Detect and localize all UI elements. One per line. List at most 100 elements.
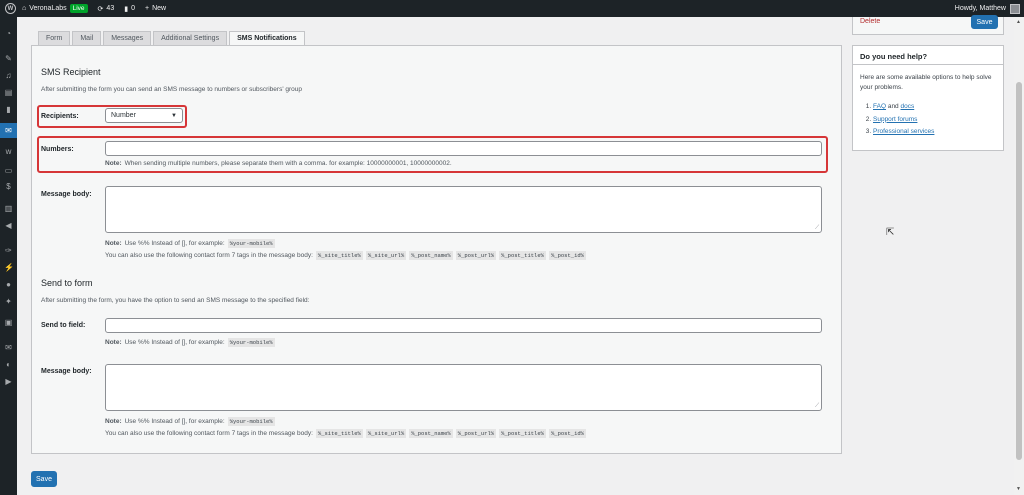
professional-services-link[interactable]: Professional services bbox=[873, 128, 934, 135]
wordpress-logo-icon[interactable]: W bbox=[5, 3, 16, 14]
chevron-down-icon: ▼ bbox=[171, 112, 177, 119]
tab-additional-settings[interactable]: Additional Settings bbox=[153, 31, 228, 45]
tag-post-name: %_post_name% bbox=[409, 251, 453, 260]
pages-icon[interactable]: ▤ bbox=[4, 89, 13, 97]
send-to-form-title: Send to form bbox=[41, 278, 93, 288]
tools-icon[interactable]: ✦ bbox=[4, 298, 13, 306]
live-badge: Live bbox=[69, 4, 88, 13]
form-message-note-text: Use %% Instead of [], for example: bbox=[124, 418, 225, 425]
new-content-item[interactable]: + New bbox=[145, 5, 166, 12]
updates-item[interactable]: ⟳ 43 bbox=[98, 5, 115, 13]
appearance-icon[interactable]: ✑ bbox=[4, 247, 13, 255]
form-message-body-textarea[interactable] bbox=[105, 364, 822, 411]
tag-site-url: %_site_url% bbox=[365, 429, 407, 438]
comments-item[interactable]: ▮ 0 bbox=[124, 5, 135, 13]
support-forums-link[interactable]: Support forums bbox=[873, 116, 917, 123]
faq-link[interactable]: FAQ bbox=[873, 103, 886, 110]
resize-grip-icon[interactable]: ⟋ bbox=[815, 225, 819, 232]
recipients-select[interactable]: Number ▼ bbox=[105, 108, 183, 123]
pin-icon[interactable]: ✎ bbox=[4, 55, 13, 63]
collapse-menu-icon[interactable]: ▶ bbox=[4, 378, 13, 386]
media-icon[interactable]: ♫ bbox=[4, 72, 13, 80]
tab-sms-notifications[interactable]: SMS Notifications bbox=[229, 31, 305, 46]
publish-box: Delete Save bbox=[852, 15, 1004, 35]
page-scrollbar[interactable]: ▲ ▼ bbox=[1014, 17, 1024, 495]
site-name-item[interactable]: ⌂ VeronaLabs Live bbox=[22, 4, 88, 13]
comments-count: 0 bbox=[131, 5, 135, 12]
mouse-cursor-icon: ⇱ bbox=[886, 227, 895, 238]
numbers-note-text: When sending multiple numbers, please se… bbox=[124, 160, 452, 167]
plus-icon: + bbox=[144, 5, 150, 12]
contact-mail-icon[interactable]: ✉ bbox=[0, 123, 17, 138]
users-icon[interactable]: ● bbox=[4, 281, 13, 289]
payments-icon[interactable]: $ bbox=[4, 183, 13, 191]
form-message-tags-text: You can also use the following contact f… bbox=[105, 430, 313, 437]
message-note-example: %your-mobile% bbox=[227, 239, 275, 248]
message-tags-line: You can also use the following contact f… bbox=[105, 251, 586, 260]
tag-site-url: %_site_url% bbox=[365, 251, 407, 260]
admin-side-menu: ◔ ✎ ♫ ▤ ▮ ✉ w ▭ $ ▥ ◀ ✑ ⚡ ● ✦ ▣ ✉ ◐ ▶ bbox=[0, 17, 17, 495]
form-message-tags-line: You can also use the following contact f… bbox=[105, 429, 586, 438]
message-tags-text: You can also use the following contact f… bbox=[105, 252, 313, 259]
tag-post-title: %_post_title% bbox=[499, 429, 546, 438]
save-button[interactable]: Save bbox=[31, 471, 57, 487]
tag-site-title: %_site_title% bbox=[315, 429, 363, 438]
howdy-text: Howdy, Matthew bbox=[954, 5, 1006, 12]
site-name: VeronaLabs bbox=[29, 5, 67, 12]
tab-mail[interactable]: Mail bbox=[72, 31, 102, 45]
message-note: Note: Use %% Instead of [], for example:… bbox=[105, 239, 275, 248]
message-body-textarea[interactable] bbox=[105, 186, 822, 233]
help-and-text: and bbox=[887, 103, 899, 110]
send-to-field-note-prefix: Note: bbox=[105, 339, 122, 346]
send-to-field-label: Send to field: bbox=[41, 322, 86, 329]
products-icon[interactable]: ▭ bbox=[4, 167, 13, 175]
form-message-note-example: %your-mobile% bbox=[227, 417, 275, 426]
avatar bbox=[1010, 3, 1020, 14]
send-to-field-input[interactable] bbox=[105, 318, 822, 333]
send-to-field-note-example: %your-mobile% bbox=[227, 338, 275, 347]
help-item-faq: FAQ and docs bbox=[873, 102, 934, 115]
woocommerce-icon[interactable]: w bbox=[4, 148, 13, 156]
scroll-thumb[interactable] bbox=[1016, 82, 1022, 460]
help-item-support: Support forums bbox=[873, 115, 934, 128]
message-body-label: Message body: bbox=[41, 191, 92, 198]
sms-icon[interactable]: ✉ bbox=[4, 344, 13, 352]
message-note-prefix: Note: bbox=[105, 240, 122, 247]
scroll-up-icon[interactable]: ▲ bbox=[1016, 19, 1021, 25]
delete-link[interactable]: Delete bbox=[860, 18, 880, 25]
home-icon: ⌂ bbox=[22, 5, 27, 12]
plugin-icon[interactable]: ◐ bbox=[4, 361, 13, 369]
updates-icon: ⟳ bbox=[97, 5, 104, 13]
settings-icon[interactable]: ▣ bbox=[4, 319, 13, 327]
send-to-field-note-text: Use %% Instead of [], for example: bbox=[124, 339, 225, 346]
marketing-icon[interactable]: ◀ bbox=[4, 222, 13, 230]
form-editor-tabs: Form Mail Messages Additional Settings S… bbox=[38, 31, 305, 46]
form-message-note: Note: Use %% Instead of [], for example:… bbox=[105, 417, 275, 426]
send-to-field-note: Note: Use %% Instead of [], for example:… bbox=[105, 338, 275, 347]
dashboard-icon[interactable]: ◔ bbox=[4, 30, 13, 38]
recipients-label: Recipients: bbox=[41, 113, 79, 120]
new-label: New bbox=[152, 5, 167, 12]
tab-messages[interactable]: Messages bbox=[103, 31, 152, 45]
numbers-input[interactable] bbox=[105, 141, 822, 156]
tab-form[interactable]: Form bbox=[38, 31, 71, 45]
form-message-body-label: Message body: bbox=[41, 368, 92, 375]
plugins-icon[interactable]: ⚡ bbox=[4, 264, 14, 272]
analytics-icon[interactable]: ▥ bbox=[4, 205, 13, 213]
resize-grip-icon[interactable]: ⟋ bbox=[815, 403, 819, 410]
help-options-list: FAQ and docs Support forums Professional… bbox=[867, 102, 934, 140]
comments-menu-icon[interactable]: ▮ bbox=[4, 106, 13, 114]
numbers-label: Numbers: bbox=[41, 146, 74, 153]
publish-save-button[interactable]: Save bbox=[971, 15, 998, 29]
tag-post-id: %_post_id% bbox=[548, 251, 586, 260]
docs-link[interactable]: docs bbox=[901, 103, 915, 110]
numbers-note: Note: When sending multiple numbers, ple… bbox=[105, 160, 452, 167]
recipients-selected-value: Number bbox=[111, 112, 136, 119]
help-box: Do you need help? Here are some availabl… bbox=[852, 45, 1004, 151]
tag-post-url: %_post_url% bbox=[455, 251, 497, 260]
numbers-note-prefix: Note: bbox=[105, 160, 122, 167]
help-text: Here are some available options to help … bbox=[860, 74, 992, 91]
scroll-down-icon[interactable]: ▼ bbox=[1016, 486, 1021, 492]
form-message-note-prefix: Note: bbox=[105, 418, 122, 425]
tag-post-name: %_post_name% bbox=[409, 429, 453, 438]
